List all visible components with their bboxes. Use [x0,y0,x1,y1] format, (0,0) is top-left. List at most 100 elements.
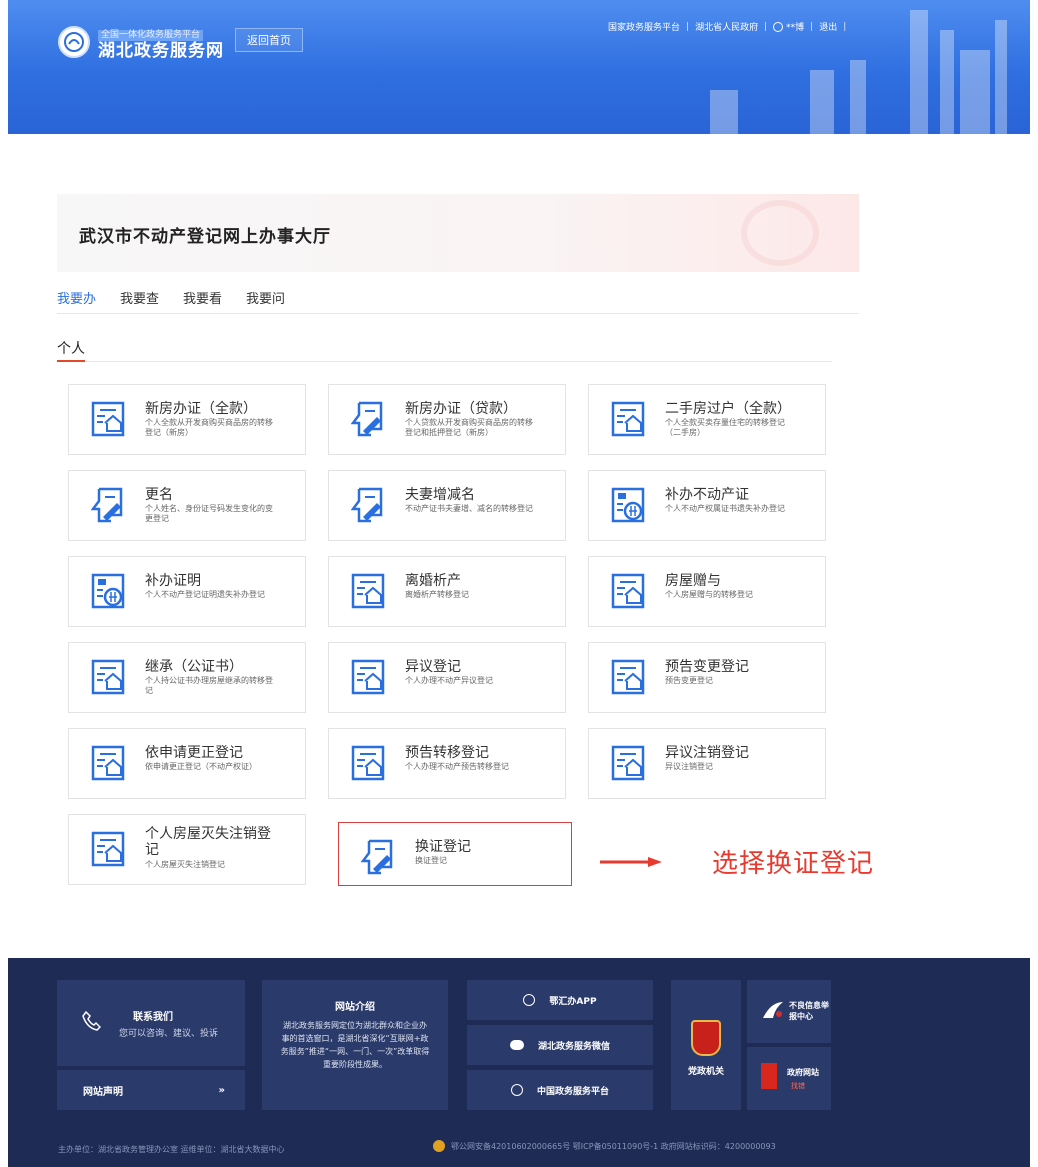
service-card-title: 离婚析产 [405,573,461,589]
service-card[interactable]: 预告变更登记 预告变更登记 [588,642,826,713]
national-platform-link[interactable]: 中国政务服务平台 [467,1070,653,1110]
service-card-title: 预告变更登记 [665,659,749,675]
icp-info: 鄂公网安备42010602000665号 鄂ICP备05011090号-1 政府… [433,1140,776,1152]
party-govt-badge[interactable]: 党政机关 [671,980,741,1110]
service-card-desc: 个人办理不动产异议登记 [405,676,493,685]
declaration-link[interactable]: 网站声明 » [57,1070,245,1110]
gov-site-link[interactable]: 政府网站 找错 [747,1047,831,1110]
service-card-desc: 个人办理不动产预告转移登记 [405,762,509,771]
tab-view[interactable]: 我要看 [183,288,222,314]
service-card[interactable]: 房屋赠与 个人房屋赠与的转移登记 [588,556,826,627]
tab-handle[interactable]: 我要办 [57,288,96,314]
house-doc-icon [91,659,125,695]
doc-sign-icon [90,487,125,523]
service-card-desc: 不动产证书夫妻增、减名的转移登记 [405,504,533,513]
house-doc-icon [611,401,645,437]
service-card[interactable]: 离婚析产 离婚析产转移登记 [328,556,566,627]
service-card-title: 补办不动产证 [665,487,749,503]
top-links: 国家政务服务平台 | 湖北省人民政府 | **博 | 退出 | [608,20,847,33]
report-center-link[interactable]: 不良信息举报中心 [747,980,831,1043]
service-card[interactable]: 二手房过户（全款） 个人全款买卖存量住宅的转移登记（二手房） [588,384,826,455]
user-name[interactable]: **博 [786,20,804,33]
banner-watermark-icon [741,200,819,266]
service-card-title: 更名 [145,487,173,503]
doc-sign-icon [360,839,395,875]
service-card-desc: 个人持公证书办理房屋继承的转移登记 [145,676,273,695]
national-platform-icon [510,1084,523,1096]
service-card[interactable]: 新房办证（贷款） 个人贷款从开发商购买商品房的转移登记和抵押登记（新房） [328,384,566,455]
house-doc-icon [611,573,645,609]
service-card-desc: 离婚析产转移登记 [405,590,469,599]
service-card[interactable]: 夫妻增减名 不动产证书夫妻增、减名的转移登记 [328,470,566,541]
service-card-desc: 预告变更登记 [665,676,713,685]
tab-query[interactable]: 我要查 [120,288,159,314]
service-card[interactable]: 异议登记 个人办理不动产异议登记 [328,642,566,713]
wechat-link[interactable]: 湖北政务服务微信 [467,1025,653,1065]
site-logo[interactable]: 全国一体化政务服务平台 湖北政务服务网 [58,22,224,61]
logout-link[interactable]: 退出 [819,20,837,33]
user-icon [773,21,784,32]
service-card-desc: 个人全款买卖存量住宅的转移登记（二手房） [665,418,785,437]
app-link[interactable]: 鄂汇办APP [467,980,653,1020]
house-doc-icon [611,659,645,695]
service-card-desc: 个人不动产登记证明遗失补办登记 [145,590,265,599]
house-doc-icon [611,745,645,781]
service-card-title: 夫妻增减名 [405,487,475,503]
gov-site-icon [761,1063,777,1089]
intro-box: 网站介绍 湖北政务服务网定位为湖北群众和企业办事的首选窗口，是湖北省深化“互联网… [262,980,448,1110]
service-card-title: 新房办证（全款） [145,401,257,417]
link-national-platform[interactable]: 国家政务服务平台 [608,20,680,33]
service-card-title: 个人房屋灭失注销登记 [145,826,271,858]
house-doc-icon [351,573,385,609]
tab-ask[interactable]: 我要问 [246,288,285,314]
service-card-desc: 个人不动产权属证书遗失补办登记 [665,504,785,513]
service-card-desc: 个人房屋赠与的转移登记 [665,590,753,599]
doc-sign-icon [350,401,385,437]
doc-reissue-icon [611,487,645,523]
service-card-desc: 个人姓名、身份证号码发生变化的变更登记 [145,504,273,523]
service-card-title: 继承（公证书） [145,659,243,675]
service-card[interactable]: 预告转移登记 个人办理不动产预告转移登记 [328,728,566,799]
service-card[interactable]: 补办不动产证 个人不动产权属证书遗失补办登记 [588,470,826,541]
service-card-title: 异议登记 [405,659,461,675]
service-card-desc: 依申请更正登记（不动产权证） [145,762,257,771]
service-card-title: 异议注销登记 [665,745,749,761]
page-title: 武汉市不动产登记网上办事大厅 [79,227,331,247]
service-card[interactable]: 异议注销登记 异议注销登记 [588,728,826,799]
link-hubei-government[interactable]: 湖北省人民政府 [695,20,758,33]
contact-box[interactable]: 联系我们 您可以咨询、建议、投诉 [57,980,245,1066]
report-center-icon [763,1002,783,1018]
service-card[interactable]: 更名 个人姓名、身份证号码发生变化的变更登记 [68,470,306,541]
contact-desc: 您可以咨询、建议、投诉 [119,1029,219,1039]
logo-emblem-icon [58,25,90,58]
intro-text: 湖北政务服务网定位为湖北群众和企业办事的首选窗口，是湖北省深化“互联网+政务服务… [280,1021,430,1069]
phone-icon [82,1010,101,1031]
service-card[interactable]: 新房办证（全款） 个人全款从开发商购买商品房的转移登记（新房） [68,384,306,455]
page-banner: 武汉市不动产登记网上办事大厅 [57,194,859,272]
double-chevron-icon: » [218,1084,225,1096]
home-button[interactable]: 返回首页 [235,28,303,52]
service-card[interactable]: 依申请更正登记 依申请更正登记（不动产权证） [68,728,306,799]
section-header: 个人 [57,338,832,362]
gov-site-label: 政府网站 [787,1068,819,1077]
ehuiban-icon [523,994,536,1006]
service-card[interactable]: 继承（公证书） 个人持公证书办理房屋继承的转移登记 [68,642,306,713]
annotation-text: 选择换证登记 [712,849,875,879]
police-badge-icon [433,1140,445,1152]
report-center-label: 不良信息举报中心 [789,1001,829,1021]
site-footer: 联系我们 您可以咨询、建议、投诉 网站声明 » 网站介绍 湖北政务服务网定位为湖… [8,958,1030,1167]
section-label-personal[interactable]: 个人 [57,338,85,362]
house-doc-icon [91,831,125,867]
wechat-icon [509,1040,524,1050]
sponsor-info: 主办单位：湖北省政务管理办公室 运维单位：湖北省大数据中心 [58,1145,285,1154]
service-card[interactable]: 补办证明 个人不动产登记证明遗失补办登记 [68,556,306,627]
declaration-label: 网站声明 [83,1086,123,1098]
doc-sign-icon [350,487,385,523]
main-tabs: 我要办 我要查 我要看 我要问 [57,288,859,314]
service-card-title: 新房办证（贷款） [405,401,517,417]
doc-reissue-icon [91,573,125,609]
service-card[interactable]: 换证登记 换证登记 [338,822,572,886]
service-card-desc: 个人贷款从开发商购买商品房的转移登记和抵押登记（新房） [405,418,533,437]
service-card[interactable]: 个人房屋灭失注销登记 个人房屋灭失注销登记 [68,814,306,885]
service-card-desc: 个人全款从开发商购买商品房的转移登记（新房） [145,418,273,437]
